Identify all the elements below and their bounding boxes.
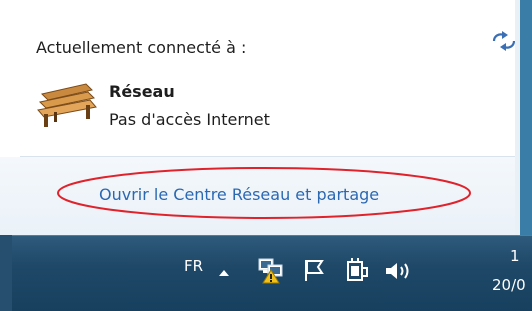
power-icon[interactable]	[344, 256, 370, 284]
action-center-flag-icon[interactable]	[302, 258, 326, 282]
bench-network-icon	[37, 83, 97, 127]
clock-time[interactable]: 1	[510, 247, 520, 265]
frame-edge	[520, 0, 532, 235]
chevron-up-icon[interactable]	[217, 266, 231, 278]
clock-date[interactable]: 20/0	[492, 276, 526, 294]
volume-icon[interactable]	[384, 259, 416, 283]
network-warning-icon[interactable]	[257, 256, 285, 284]
network-flyout: Actuellement connecté à : Réseau Pas d'a…	[0, 0, 532, 235]
taskbar-edge	[0, 235, 12, 311]
refresh-icon[interactable]	[491, 30, 517, 52]
network-status: Pas d'accès Internet	[109, 110, 270, 129]
flyout-upper-pane	[0, 0, 532, 156]
language-indicator[interactable]: FR	[184, 257, 203, 275]
open-network-center-link[interactable]: Ouvrir le Centre Réseau et partage	[99, 185, 379, 204]
network-name[interactable]: Réseau	[109, 82, 175, 101]
connected-label: Actuellement connecté à :	[36, 38, 247, 57]
